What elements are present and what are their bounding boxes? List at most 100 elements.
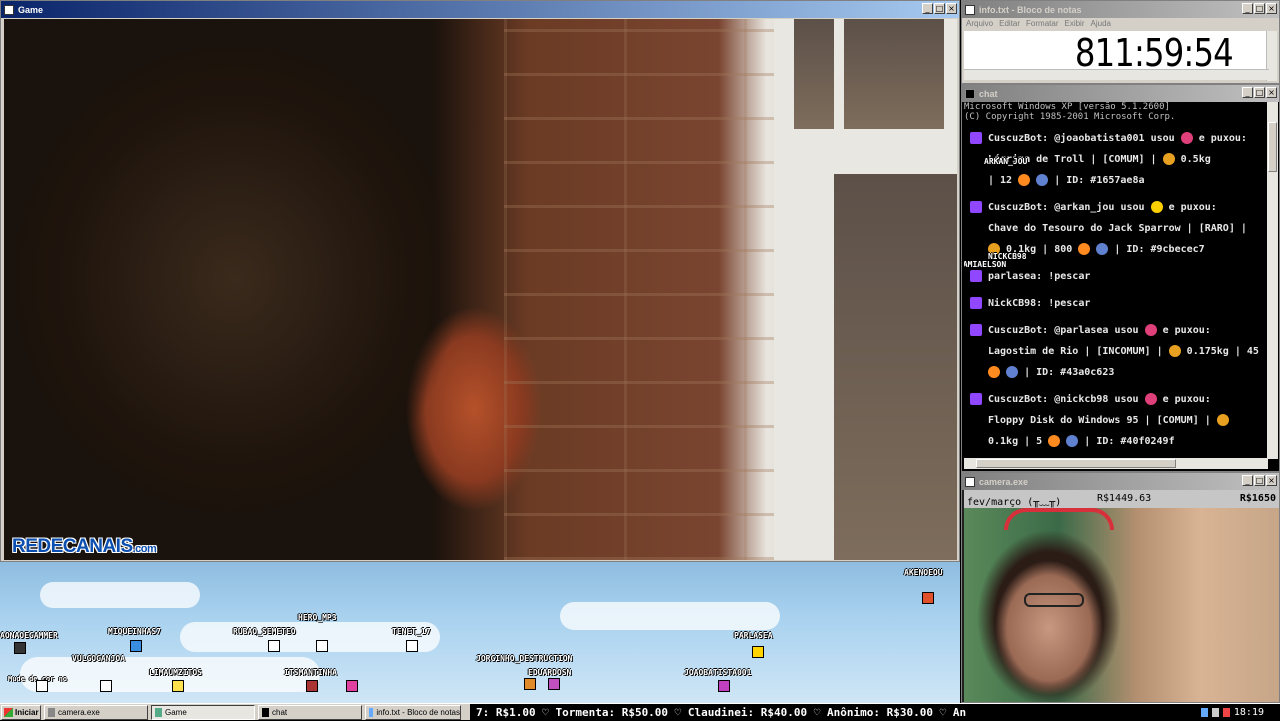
task-label: chat [272, 707, 288, 717]
close-button[interactable]: × [946, 3, 957, 14]
task-label: info.txt - Bloco de notas [376, 707, 460, 717]
chat-id: | ID: #1657ae8a [1054, 175, 1145, 186]
chat-titlebar[interactable]: chat _ □ × [962, 85, 1279, 102]
viewer-name: MIQUEINHAS7 [108, 627, 161, 636]
maximize-button[interactable]: □ [1254, 475, 1265, 486]
menu-ajuda[interactable]: Ajuda [1091, 19, 1111, 30]
donation-ticker: 7: R$1.00 ♡ Tormenta: R$50.00 ♡ Claudine… [470, 704, 1190, 721]
chat-window[interactable]: chat _ □ × Microsoft Windows XP [versão … [961, 84, 1280, 472]
chat-message: CuscuzBot: @parlasea usou e puxou: Lagos… [964, 320, 1268, 383]
notepad-text-area[interactable]: 811:59:54 [964, 31, 1269, 75]
video-viewport[interactable]: REDECANAIS.com [4, 19, 957, 560]
viewer-name: LIMAUMZITOS [149, 668, 202, 677]
task-notepad[interactable]: info.txt - Bloco de notas [365, 704, 461, 720]
viewer-name: JORGINHO_DESTRUCTION [476, 654, 573, 663]
scale-icon [1168, 345, 1181, 357]
viewer-sprite [36, 680, 48, 692]
viewer-name: HERO_MP3 [298, 613, 337, 622]
minimize-button[interactable]: _ [1242, 475, 1253, 486]
notepad-window[interactable]: info.txt - Bloco de notas _ □ × Arquivo … [961, 0, 1280, 84]
twitch-avatar-icon [970, 270, 982, 282]
notepad-task-icon [369, 707, 374, 717]
scroll-thumb[interactable] [1268, 122, 1277, 172]
menu-formatar[interactable]: Formatar [1026, 19, 1058, 30]
viewer-overlay: AKENOEOU MIQUEINHAS7 HERO_MP3 RUBAO_SEME… [0, 562, 960, 703]
chat-title: chat [979, 88, 998, 99]
viewer-sprite [172, 680, 184, 692]
task-game[interactable]: Game [151, 704, 255, 720]
camera-titlebar[interactable]: camera.exe _ □ × [962, 473, 1279, 490]
console-header-line1: Microsoft Windows XP [versão 5.1.2600] [964, 102, 1170, 112]
minimize-button[interactable]: _ [1242, 87, 1253, 98]
game-window[interactable]: Game _ □ × REDECANAIS.com [0, 0, 960, 562]
menu-exibir[interactable]: Exibir [1064, 19, 1084, 30]
security-icon[interactable] [1222, 708, 1230, 717]
headband [1004, 508, 1114, 530]
chat-message: NickCB98: !pescar [964, 293, 1268, 314]
chat-id: | ID: #9cbecec7 [1114, 244, 1205, 255]
twitch-avatar-icon [970, 297, 982, 309]
chat-vertical-scrollbar[interactable] [1267, 102, 1278, 459]
scale-icon [1216, 414, 1229, 426]
twitch-avatar-icon [970, 201, 982, 213]
task-camera[interactable]: camera.exe [44, 704, 148, 720]
twitch-avatar-icon [970, 393, 982, 405]
notepad-horizontal-scrollbar[interactable] [964, 69, 1269, 80]
maximize-button[interactable]: □ [1254, 3, 1265, 14]
camera-window[interactable]: camera.exe _ □ × fev/março (╥﹏╥) R$1449.… [961, 472, 1280, 703]
network-icon[interactable] [1200, 708, 1208, 717]
volume-icon[interactable] [1211, 708, 1219, 717]
chat-message: CuscuzBot: @arkan_jou usou e puxou: Chav… [964, 197, 1268, 260]
minimize-button[interactable]: _ [1242, 3, 1253, 14]
id-icon [1006, 366, 1019, 378]
system-tray: 18:19 [1190, 704, 1280, 721]
glasses [1024, 593, 1084, 607]
maximize-button[interactable]: □ [1254, 87, 1265, 98]
goal-target: R$1650 [1239, 493, 1276, 504]
menu-editar[interactable]: Editar [999, 19, 1020, 30]
floating-viewer-name: ARKAN_JOU [984, 157, 1028, 166]
id-icon [1036, 174, 1049, 186]
console-task-icon [262, 707, 269, 717]
money-icon [1048, 435, 1061, 447]
goal-label: fev/março (╥﹏╥) [967, 497, 1062, 508]
notepad-icon [965, 4, 975, 15]
redecanais-logo: REDECANAIS.com [12, 536, 157, 558]
maximize-button[interactable]: □ [934, 3, 945, 14]
chat-text: e puxou: [1162, 325, 1211, 336]
notepad-title: info.txt - Bloco de notas [979, 4, 1082, 15]
camera-icon [965, 476, 975, 487]
chat-text: !pescar [1048, 271, 1091, 282]
viewer-sprite [524, 678, 536, 690]
console-icon [965, 88, 975, 99]
viewer-sprite [548, 678, 560, 690]
viewer-sprite [14, 642, 26, 654]
viewer-sprite [100, 680, 112, 692]
notepad-titlebar[interactable]: info.txt - Bloco de notas _ □ × [962, 1, 1279, 18]
chat-author: CuscuzBot: [988, 133, 1049, 144]
close-button[interactable]: × [1266, 3, 1277, 14]
money-icon [1018, 174, 1031, 186]
scroll-thumb[interactable] [976, 459, 1176, 468]
minimize-button[interactable]: _ [922, 3, 933, 14]
task-chat[interactable]: chat [258, 704, 362, 720]
start-button[interactable]: Iniciar [1, 704, 41, 720]
money-icon [1078, 243, 1091, 255]
viewer-sprite [718, 680, 730, 692]
windows-logo-icon [4, 707, 13, 717]
camera-title: camera.exe [979, 476, 1029, 487]
viewer-sprite [406, 640, 418, 652]
goal-bar: fev/março (╥﹏╥) R$1449.63 R$1650 [964, 490, 1279, 508]
menu-arquivo[interactable]: Arquivo [966, 19, 993, 30]
chat-horizontal-scrollbar[interactable] [964, 458, 1268, 469]
game-titlebar[interactable]: Game _ □ × [1, 1, 959, 18]
close-button[interactable]: × [1266, 475, 1277, 486]
close-button[interactable]: × [1266, 87, 1277, 98]
chat-value: | 12 [988, 175, 1013, 186]
chat-text: @joaobatista001 usou [1054, 133, 1175, 144]
chat-text: @nickcb98 usou [1054, 394, 1139, 405]
viewer-sprite [306, 680, 318, 692]
chat-weight: 0.5kg [1180, 154, 1211, 165]
logo-suffix-text: .com [132, 543, 157, 555]
chat-item: Lagostim de Rio | [INCOMUM] | [988, 346, 1163, 357]
